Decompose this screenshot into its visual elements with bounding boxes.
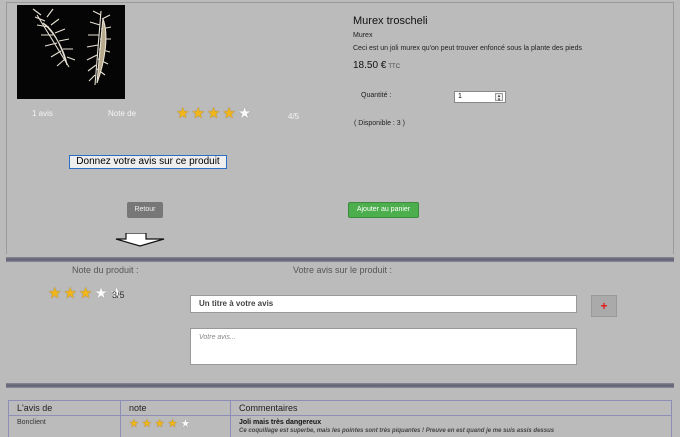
header-rating: note (120, 400, 231, 416)
star-icon: ★ (141, 418, 152, 430)
star-icon: ★ (206, 105, 221, 122)
rating-score: 4/5 (288, 112, 300, 121)
star-icon: ★ (167, 418, 178, 430)
add-to-cart-button[interactable]: Ajouter au panier (348, 202, 419, 218)
rating-form-label: Note du produit : (72, 265, 139, 275)
reviews-count: 1 avis (32, 109, 53, 118)
header-comments: Commentaires (230, 400, 672, 416)
availability: ( Disponible : 3 ) (354, 120, 405, 127)
price-suffix: TTC (388, 64, 401, 70)
star-icon: ★ (176, 105, 190, 122)
rating-label: Note de (108, 109, 137, 118)
quantity-stepper[interactable]: 1 ▴ ▾ (454, 91, 506, 103)
spinner-icon[interactable]: ▴ ▾ (495, 93, 503, 103)
product-price: 18.50 € TTC (353, 60, 400, 71)
review-author: Bonclient (8, 415, 121, 437)
product-rating-stars: ★ ★ ★ ★ ★ (176, 106, 253, 121)
star-icon[interactable]: ★ (63, 286, 76, 301)
star-icon[interactable]: ★ (94, 286, 107, 301)
reviews-table: L'avis de note Commentaires Bonclient ★ ★… (8, 400, 672, 437)
review-rating: ★ ★ ★ ★ ★ (120, 415, 231, 437)
back-button[interactable]: Retour (127, 202, 163, 218)
review-form-label: Votre avis sur le produit : (293, 265, 393, 275)
review-title-input[interactable]: Un titre à votre avis (190, 295, 577, 313)
quantity-label: Quantité : (361, 92, 392, 99)
star-icon: ★ (237, 105, 252, 122)
review-comment: Ce coquillage est superbe, mais les poin… (239, 428, 555, 434)
star-icon[interactable]: ★ (79, 286, 92, 301)
product-image (17, 5, 125, 99)
star-icon: ★ (191, 105, 205, 122)
review-comment-cell: Joli mais très dangereux Ce coquillage e… (230, 415, 672, 437)
product-category: Murex (353, 32, 373, 39)
add-review-button[interactable]: + (591, 295, 617, 317)
review-title: Joli mais très dangereux (239, 419, 322, 426)
review-rating-stars: ★ ★ ★ ★ ★ (129, 419, 222, 430)
product-title: Murex troscheli (353, 15, 428, 27)
down-arrow-icon (114, 232, 166, 252)
section-divider-2 (6, 383, 674, 388)
star-icon: ★ (129, 418, 139, 430)
star-icon[interactable]: ★ (48, 286, 61, 301)
give-review-button[interactable]: Donnez votre avis sur ce produit (69, 155, 227, 169)
star-icon: ★ (222, 105, 236, 122)
section-divider (6, 257, 674, 262)
table-row: Bonclient ★ ★ ★ ★ ★ Joli mais très dangereux… (8, 415, 672, 437)
review-body-textarea[interactable]: Votre avis... (190, 328, 577, 365)
quantity-value: 1 (458, 93, 462, 100)
rating-input-score: 3/5 (112, 290, 125, 300)
header-author: L'avis de (8, 400, 121, 416)
price-value: 18.50 € (353, 60, 387, 71)
star-icon: ★ (180, 418, 191, 430)
star-icon: ★ (154, 418, 165, 430)
product-description: Ceci est un joli murex qu'on peut trouve… (353, 45, 582, 52)
